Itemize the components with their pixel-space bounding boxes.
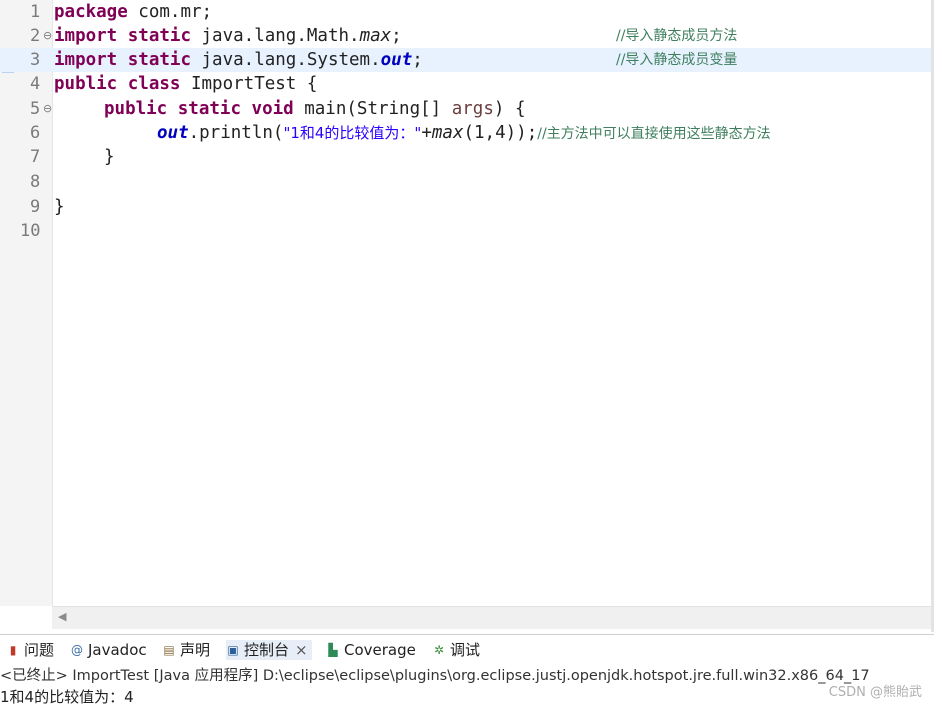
tab-label: 声明 — [180, 641, 211, 659]
keyword: package — [54, 2, 128, 22]
static-field-name: out — [380, 50, 413, 70]
code-line[interactable]: 8 — [0, 170, 934, 194]
static-method-name: max — [359, 26, 392, 46]
line-number: 7 — [30, 147, 41, 167]
tab-console[interactable]: ▣ 控制台 × — [226, 640, 312, 660]
code-text: java.lang.Math. — [190, 26, 360, 46]
line-number: 6 — [30, 123, 41, 143]
code-text: } — [54, 197, 65, 217]
code-line[interactable]: 5 ⊖ public static void main(String[] arg… — [0, 97, 934, 121]
code-text: (1,4)); — [463, 123, 538, 143]
tab-declaration[interactable]: ▤ 声明 — [162, 640, 210, 660]
line-number: 1 — [30, 2, 41, 22]
keyword: static — [127, 50, 191, 70]
close-icon[interactable]: × — [295, 640, 308, 660]
code-comment: //导入静态成员变量 — [616, 52, 738, 68]
line-number: 4 — [30, 74, 41, 94]
watermark: CSDN @熊貽武 — [828, 685, 922, 700]
fold-collapse-icon[interactable]: ⊖ — [43, 24, 52, 48]
tab-debug[interactable]: ✲ 调试 — [432, 640, 480, 660]
keyword: void — [251, 99, 294, 119]
console-output[interactable]: 1和4的比较值为：4 — [0, 687, 934, 707]
code-line-current[interactable]: 3 import static java.lang.System.out; //… — [0, 48, 934, 72]
tab-label: Coverage — [344, 641, 416, 659]
keyword: public — [54, 74, 118, 94]
code-text: ; — [412, 50, 423, 70]
keyword: public — [104, 99, 168, 119]
tab-coverage[interactable]: ▙ Coverage — [326, 640, 416, 660]
code-text: java.lang.System. — [190, 50, 381, 70]
code-text: ImportTest { — [180, 74, 318, 94]
keyword: import — [54, 26, 118, 46]
code-comment: //导入静态成员方法 — [616, 28, 738, 44]
tab-label: Javadoc — [88, 641, 147, 659]
code-line[interactable]: 4 public class ImportTest { — [0, 72, 934, 96]
keyword: static — [127, 26, 191, 46]
code-line[interactable]: 7 } — [0, 145, 934, 169]
code-line[interactable]: 6 out.println("1和4的比较值为："+max(1,4));//主方… — [0, 121, 934, 145]
console-tab-bar: ▮ 问题 @ Javadoc ▤ 声明 ▣ 控制台 × ▙ Coverage ✲… — [0, 634, 934, 665]
keyword: class — [127, 74, 181, 94]
keyword: static — [177, 99, 241, 119]
console-icon: ▣ — [227, 643, 239, 657]
tab-label: 调试 — [450, 641, 481, 659]
tab-label: 问题 — [24, 641, 55, 659]
problems-icon: ▮ — [9, 643, 17, 657]
code-text: com.mr; — [127, 2, 213, 22]
javadoc-icon: @ — [71, 643, 83, 657]
tab-problems[interactable]: ▮ 问题 — [6, 640, 54, 660]
console-status-line: <已终止> ImportTest [Java 应用程序] D:\eclipse\… — [0, 668, 870, 684]
line-number: 10 — [20, 221, 41, 241]
line-number: 3 — [30, 50, 41, 70]
code-text: ; — [391, 26, 402, 46]
code-line[interactable]: 2 ⊖ import static java.lang.Math.max; //… — [0, 24, 934, 48]
string-literal: "1和4的比较值为：" — [283, 124, 422, 142]
fold-collapse-icon[interactable]: ⊖ — [43, 97, 52, 121]
code-text: .println( — [188, 123, 284, 143]
code-text: } — [104, 147, 115, 167]
code-text: ) { — [493, 99, 526, 119]
parameter-name: args — [451, 99, 494, 119]
static-field-name: out — [157, 123, 189, 143]
tab-label: 控制台 — [244, 641, 290, 659]
code-text: + — [421, 123, 432, 143]
scroll-left-arrow-icon[interactable]: ◀ — [58, 610, 66, 623]
coverage-icon: ▙ — [328, 643, 338, 657]
static-method-name: max — [431, 123, 464, 143]
line-number: 2 — [30, 26, 41, 46]
line-number: 9 — [30, 197, 41, 217]
code-comment: //主方法中可以直接使用这些静态方法 — [537, 126, 771, 142]
declaration-icon: ▤ — [163, 643, 175, 657]
code-text: main(String[] — [293, 99, 452, 119]
line-number: 8 — [30, 172, 41, 192]
keyword: import — [54, 50, 118, 70]
tab-javadoc[interactable]: @ Javadoc — [70, 640, 147, 660]
code-editor[interactable]: 1 package com.mr; 2 ⊖ import static java… — [0, 0, 934, 632]
horizontal-scrollbar[interactable]: ◀ — [52, 606, 934, 629]
line-number: 5 — [30, 99, 41, 119]
code-line[interactable]: 10 — [0, 219, 934, 243]
debug-icon: ✲ — [433, 643, 445, 657]
code-line[interactable]: 1 package com.mr; — [0, 0, 934, 24]
code-line[interactable]: 9 } — [0, 195, 934, 219]
